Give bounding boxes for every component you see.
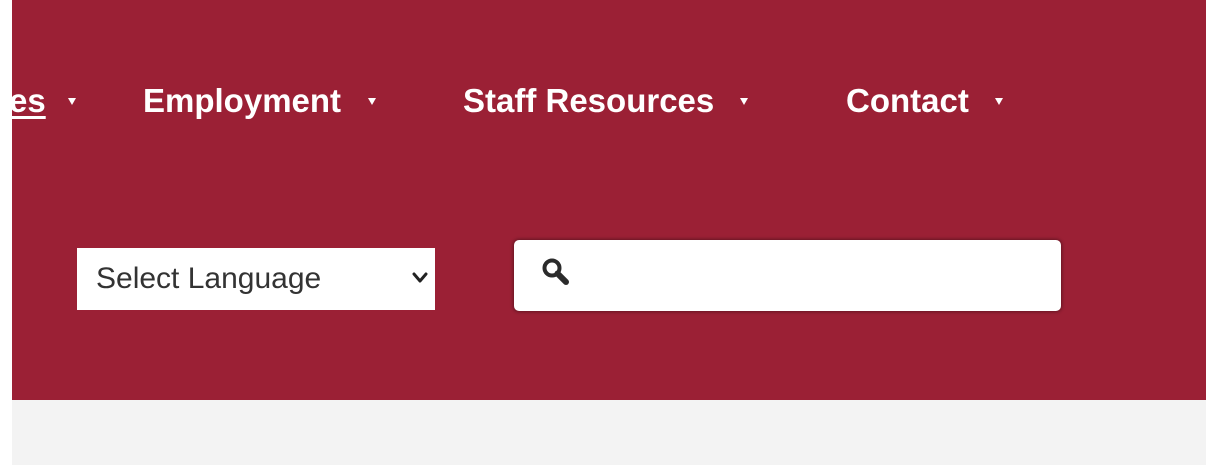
language-select[interactable]: Select Language bbox=[77, 248, 435, 310]
nav-item-label: es bbox=[9, 82, 46, 119]
nav-item-partial[interactable]: es bbox=[9, 78, 76, 124]
chevron-down-icon bbox=[412, 272, 428, 283]
content-area bbox=[12, 400, 1206, 465]
caret-down-icon bbox=[994, 97, 1003, 105]
language-select-value: Select Language bbox=[96, 262, 322, 295]
search-input[interactable] bbox=[589, 250, 1048, 302]
search-icon bbox=[542, 258, 569, 285]
caret-down-icon bbox=[368, 97, 377, 105]
nav-item-label: Employment bbox=[143, 82, 342, 119]
nav-item-employment[interactable]: Employment bbox=[143, 78, 377, 124]
nav-item-label: Staff Resources bbox=[463, 82, 715, 119]
site-header: es Employment Staff Resources Contact bbox=[9, 0, 1206, 400]
caret-down-icon bbox=[740, 97, 749, 105]
nav-item-contact[interactable]: Contact bbox=[846, 78, 1003, 124]
search-box[interactable] bbox=[514, 240, 1061, 311]
caret-down-icon bbox=[67, 97, 76, 105]
nav-item-staff-resources[interactable]: Staff Resources bbox=[463, 78, 749, 124]
nav-item-label: Contact bbox=[846, 82, 969, 119]
